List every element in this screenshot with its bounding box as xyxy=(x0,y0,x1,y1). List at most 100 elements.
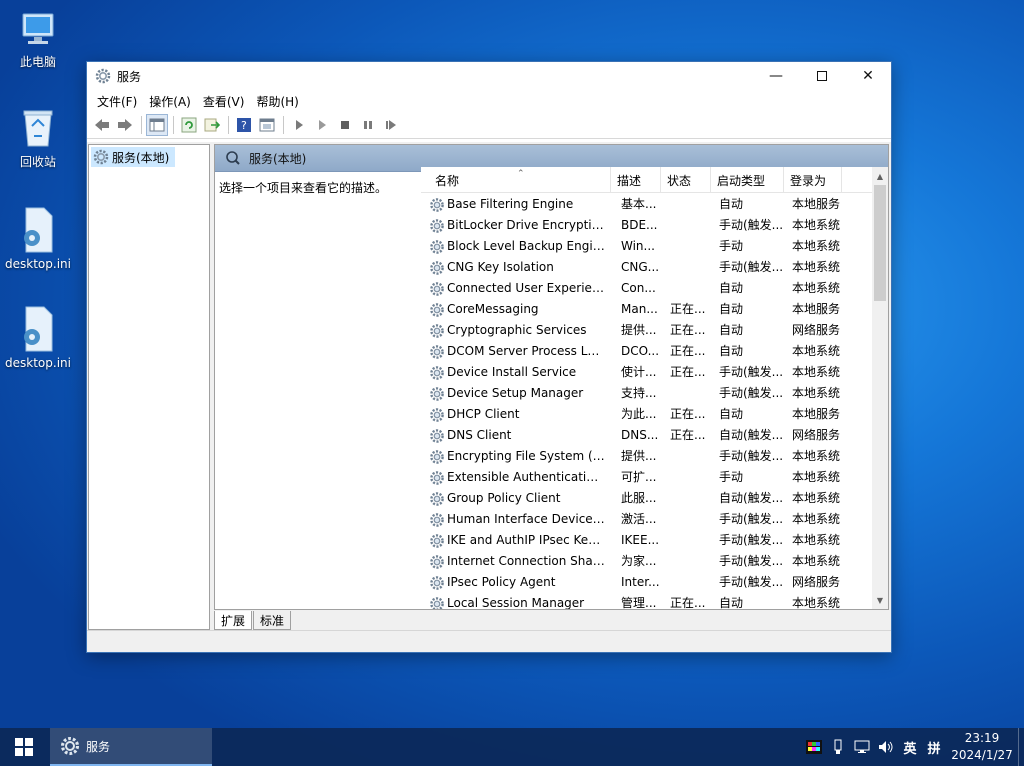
desktop-icon-desktop-ini-1[interactable]: desktop.ini xyxy=(0,206,76,271)
scroll-thumb[interactable] xyxy=(874,185,886,301)
service-row[interactable]: Internet Connection Sharing (ICS) 为家... 手动… xyxy=(421,551,872,572)
start-button[interactable] xyxy=(0,728,48,766)
service-gear-icon xyxy=(430,218,444,233)
column-header-status[interactable]: 状态 xyxy=(661,167,711,193)
service-row[interactable]: Device Install Service 使计... 正在... 手动(触发...… xyxy=(421,362,872,383)
service-row[interactable]: BitLocker Drive Encryption Service BDE...… xyxy=(421,215,872,236)
volume-icon[interactable] xyxy=(874,728,898,766)
stop-icon xyxy=(341,121,349,129)
scroll-up-icon[interactable]: ▲ xyxy=(872,169,888,183)
scroll-down-icon[interactable]: ▼ xyxy=(872,593,888,607)
tree-item-label: 服务(本地) xyxy=(112,150,170,165)
service-startup-type: 手动(触发... xyxy=(719,533,784,547)
service-row[interactable]: CoreMessaging Man... 正在... 自动 本地服务 xyxy=(421,299,872,320)
service-gear-icon xyxy=(430,470,444,485)
service-startup-type: 自动(触发... xyxy=(719,491,784,505)
forward-button[interactable] xyxy=(114,114,136,136)
service-row[interactable]: DNS Client DNS... 正在... 自动(触发... 网络服务 xyxy=(421,425,872,446)
service-name: IKE and AuthIP IPsec Keying Modules xyxy=(447,533,605,547)
service-name: Cryptographic Services xyxy=(447,323,587,337)
pause-icon xyxy=(364,121,372,129)
service-startup-type: 手动(触发... xyxy=(719,512,784,526)
service-description: BDE... xyxy=(621,218,658,232)
maximize-button[interactable] xyxy=(799,62,845,90)
service-row[interactable]: Cryptographic Services 提供... 正在... 自动 网络服务 xyxy=(421,320,872,341)
export-icon xyxy=(204,118,220,132)
usb-device-icon[interactable] xyxy=(826,728,850,766)
service-row[interactable]: IPsec Policy Agent Inter... 手动(触发... 网络服务 xyxy=(421,572,872,593)
service-row[interactable]: CNG Key Isolation CNG... 手动(触发... 本地系统 xyxy=(421,257,872,278)
service-row[interactable]: Device Setup Manager 支持... 手动(触发... 本地系统 xyxy=(421,383,872,404)
service-row[interactable]: Group Policy Client 此服... 自动(触发... 本地系统 xyxy=(421,488,872,509)
menu-file[interactable]: 文件(F) xyxy=(91,93,143,110)
tab-standard[interactable]: 标准 xyxy=(253,611,292,630)
ime-mode-indicator[interactable]: 拼 xyxy=(922,728,946,766)
service-name: Block Level Backup Engine Service xyxy=(447,239,605,253)
taskbar-app-services[interactable]: 服务 xyxy=(50,728,212,766)
network-icon[interactable] xyxy=(850,728,874,766)
export-list-button[interactable] xyxy=(201,114,223,136)
tree-item-services-local[interactable]: 服务(本地) xyxy=(91,147,175,167)
service-logon-as: 本地系统 xyxy=(792,365,841,379)
service-name-cell: IPsec Policy Agent xyxy=(429,572,609,593)
service-description: 此服... xyxy=(621,491,657,505)
stop-service-button[interactable] xyxy=(334,114,356,136)
desktop-icon-label: 回收站 xyxy=(19,155,56,169)
arrow-left-icon xyxy=(95,119,109,131)
menu-help[interactable]: 帮助(H) xyxy=(250,93,304,110)
service-name-cell: CoreMessaging xyxy=(429,299,609,320)
service-gear-icon xyxy=(430,386,444,401)
service-row[interactable]: DHCP Client 为此... 正在... 自动 本地服务 xyxy=(421,404,872,425)
service-row[interactable]: IKE and AuthIP IPsec Keying Modules IKEE.… xyxy=(421,530,872,551)
menu-action[interactable]: 操作(A) xyxy=(143,93,197,110)
ime-language-indicator[interactable]: 英 xyxy=(898,728,922,766)
service-name-cell: Extensible Authentication Protocol xyxy=(429,467,609,488)
show-hide-console-tree-button[interactable] xyxy=(146,114,168,136)
service-gear-icon xyxy=(430,281,444,296)
service-name: BitLocker Drive Encryption Service xyxy=(447,218,605,232)
properties-button[interactable] xyxy=(256,114,278,136)
service-row[interactable]: Connected User Experiences and Telemetry… xyxy=(421,278,872,299)
column-header-logon-as[interactable]: 登录为 xyxy=(784,167,842,193)
service-row[interactable]: Block Level Backup Engine Service Win... 手… xyxy=(421,236,872,257)
desktop-icon-recycle-bin[interactable]: 回收站 xyxy=(0,106,76,170)
service-row[interactable]: DCOM Server Process Launcher DCO... 正在... 自… xyxy=(421,341,872,362)
close-button[interactable]: ✕ xyxy=(845,62,891,90)
service-row[interactable]: Encrypting File System (EFS) 提供... 手动(触发..… xyxy=(421,446,872,467)
minimize-button[interactable]: — xyxy=(753,62,799,90)
menu-view[interactable]: 查看(V) xyxy=(197,93,251,110)
back-button[interactable] xyxy=(91,114,113,136)
column-header-startup-type[interactable]: 启动类型 xyxy=(711,167,784,193)
service-row[interactable]: Base Filtering Engine 基本... 自动 本地服务 xyxy=(421,194,872,215)
pause-service-button[interactable] xyxy=(357,114,379,136)
service-description: 为家... xyxy=(621,554,657,568)
services-rows: Base Filtering Engine 基本... 自动 本地服务 BitLocke… xyxy=(421,194,872,609)
tray-color-icon[interactable] xyxy=(802,728,826,766)
help-button[interactable]: ? xyxy=(233,114,255,136)
speaker-icon xyxy=(879,741,893,753)
service-row[interactable]: Extensible Authentication Protocol 可扩... 手… xyxy=(421,467,872,488)
refresh-button[interactable] xyxy=(178,114,200,136)
service-startup-type: 手动 xyxy=(719,470,744,484)
service-row[interactable]: Human Interface Device Service 激活... 手动(触发… xyxy=(421,509,872,530)
desktop-icon-desktop-ini-2[interactable]: desktop.ini xyxy=(0,305,76,370)
column-status-label: 状态 xyxy=(667,173,692,188)
title-bar[interactable]: 服务 — ✕ xyxy=(87,62,891,90)
system-clock[interactable]: 23:19 2024/1/27 xyxy=(946,730,1018,764)
service-gear-icon xyxy=(430,302,444,317)
service-name-cell: DCOM Server Process Launcher xyxy=(429,341,609,362)
start-service-alt-button[interactable] xyxy=(311,114,333,136)
tab-extended[interactable]: 扩展 xyxy=(214,611,253,630)
toolbar-separator xyxy=(228,116,229,134)
service-name-cell: Connected User Experiences and Telemetry xyxy=(429,278,609,299)
desktop-icon-this-pc[interactable]: 此电脑 xyxy=(0,10,76,70)
service-logon-as: 本地服务 xyxy=(792,407,841,421)
service-row[interactable]: Local Session Manager 管理... 正在... 自动 本地系统 xyxy=(421,593,872,609)
restart-service-button[interactable] xyxy=(380,114,402,136)
column-header-description[interactable]: 描述 xyxy=(611,167,661,193)
show-desktop-button[interactable] xyxy=(1018,728,1024,766)
service-description: Man... xyxy=(621,302,658,316)
start-service-button[interactable] xyxy=(288,114,310,136)
sort-ascending-icon: ⌃ xyxy=(517,169,525,179)
vertical-scrollbar[interactable]: ▲ ▼ xyxy=(872,167,888,609)
